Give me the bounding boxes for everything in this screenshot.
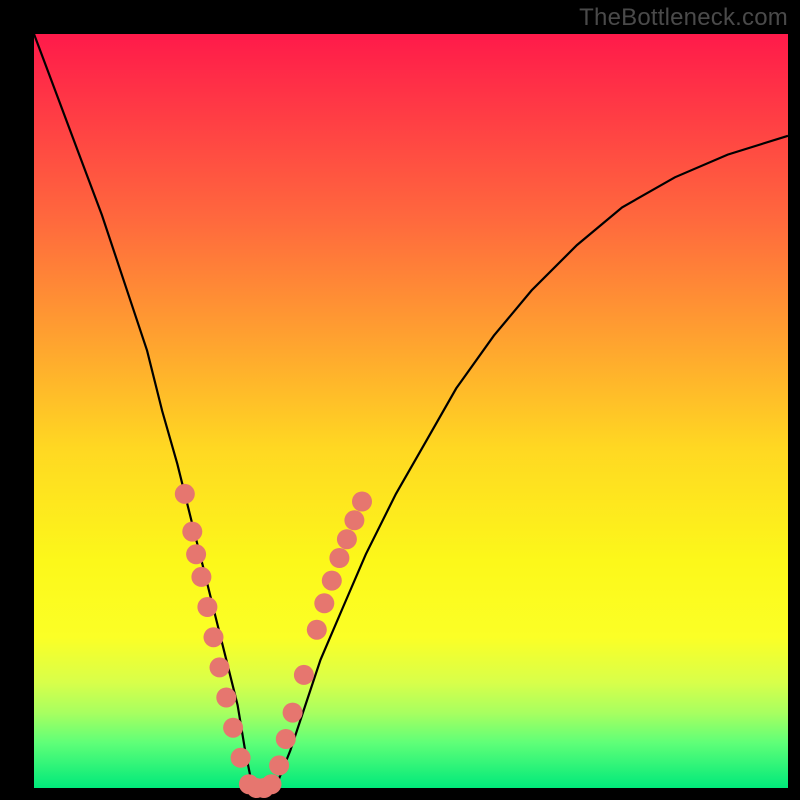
- data-marker: [182, 522, 202, 542]
- data-marker: [294, 665, 314, 685]
- chart-svg: [0, 0, 800, 800]
- data-marker: [231, 748, 251, 768]
- data-marker: [210, 657, 230, 677]
- data-marker: [262, 774, 282, 794]
- data-marker: [216, 688, 236, 708]
- data-marker: [223, 718, 243, 738]
- data-marker: [329, 548, 349, 568]
- data-marker: [314, 593, 334, 613]
- data-marker: [186, 544, 206, 564]
- data-marker: [337, 529, 357, 549]
- data-marker: [283, 703, 303, 723]
- data-marker: [276, 729, 296, 749]
- data-marker: [175, 484, 195, 504]
- bottleneck-curve: [34, 34, 788, 788]
- data-marker: [191, 567, 211, 587]
- data-marker: [197, 597, 217, 617]
- watermark-text: TheBottleneck.com: [579, 4, 788, 32]
- data-marker: [344, 510, 364, 530]
- marker-layer: [175, 484, 372, 798]
- data-marker: [322, 571, 342, 591]
- data-marker: [307, 620, 327, 640]
- data-marker: [352, 492, 372, 512]
- data-marker: [204, 627, 224, 647]
- chart-frame: TheBottleneck.com: [0, 0, 800, 800]
- data-marker: [269, 755, 289, 775]
